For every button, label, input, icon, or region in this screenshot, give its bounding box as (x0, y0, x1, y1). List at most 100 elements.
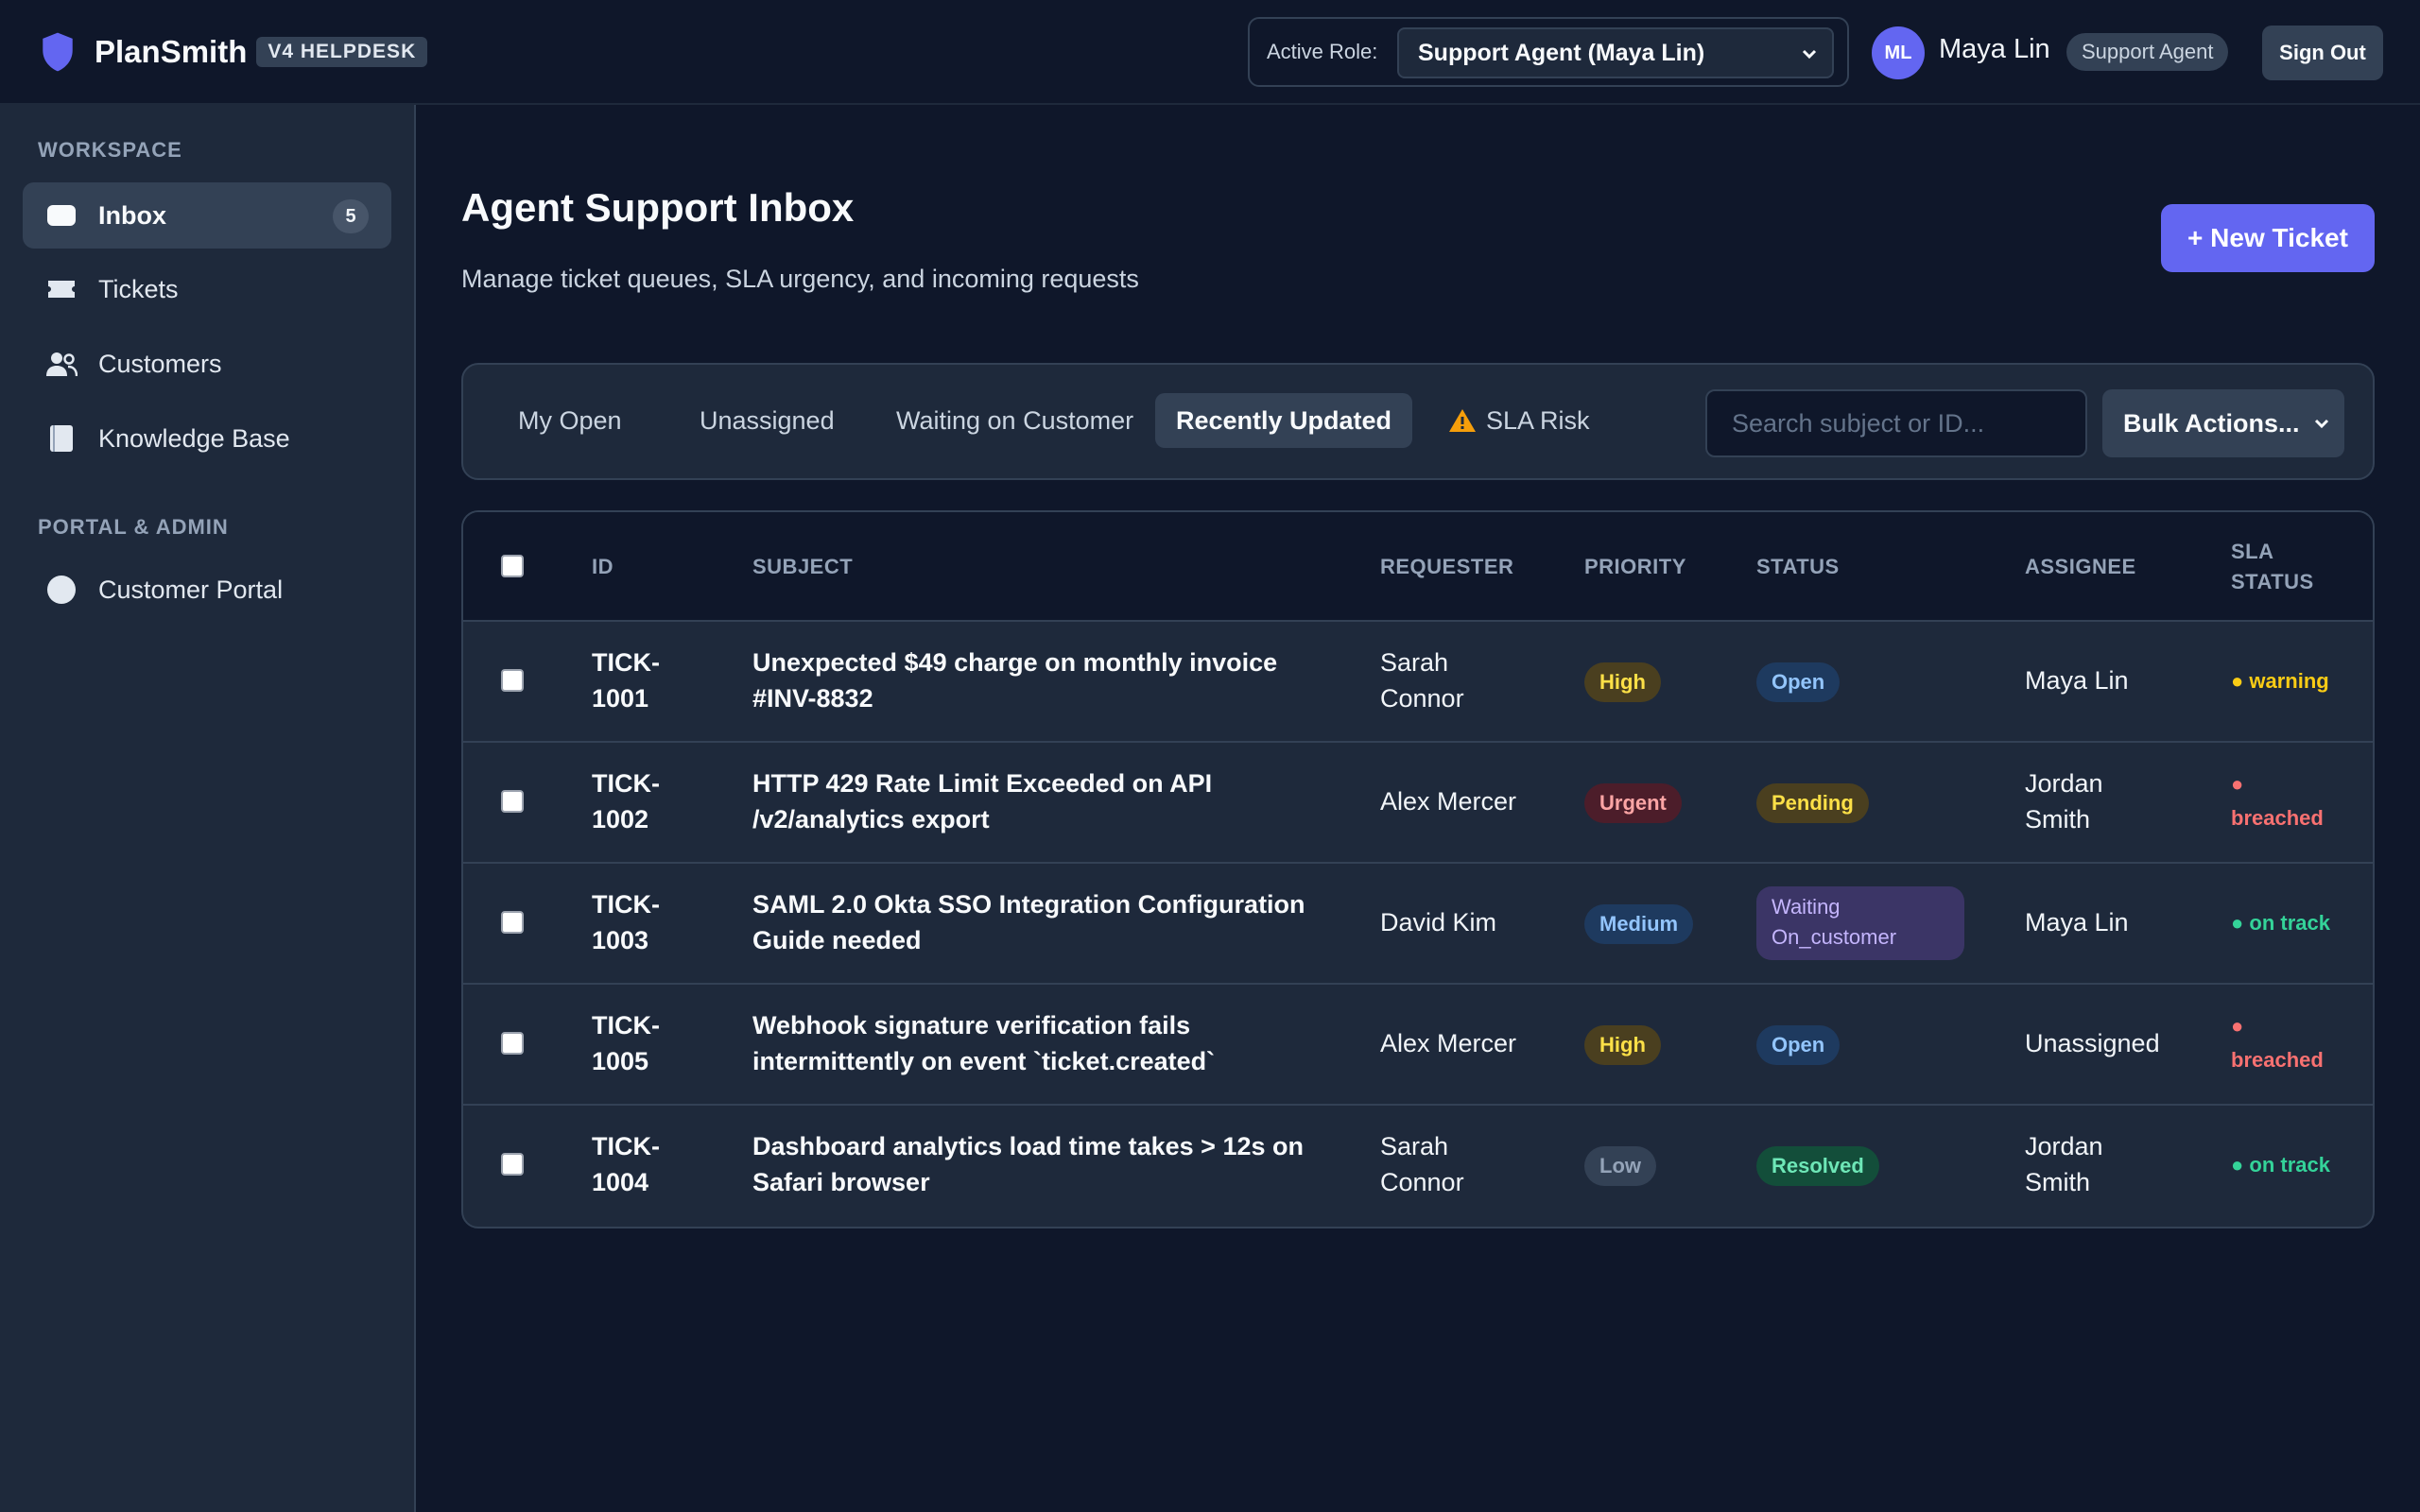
column-header-priority[interactable]: PRIORITY (1584, 552, 1686, 582)
status-badge: Resolved (1756, 1146, 1879, 1186)
select-all-checkbox[interactable] (501, 555, 524, 577)
status-badge-line: On_customer (1772, 925, 1897, 949)
table-row[interactable]: TICK- 1003 SAML 2.0 Okta SSO Integration… (463, 864, 2373, 985)
ticket-subject[interactable]: /v2/analytics export (752, 801, 990, 837)
ticket-subject[interactable]: Webhook signature verification fails (752, 1007, 1190, 1043)
ticket-subject[interactable]: intermittently on event `ticket.created` (752, 1043, 1215, 1079)
ticket-requester: David Kim (1380, 908, 1497, 936)
active-role-value: Support Agent (Maya Lin) (1418, 39, 1705, 66)
sla-status: breached (2231, 1048, 2324, 1072)
page-subtitle: Manage ticket queues, SLA urgency, and i… (461, 265, 1139, 293)
warning-icon (1449, 409, 1476, 432)
tab-label: My Open (518, 405, 622, 435)
ticket-id: 1001 (592, 684, 649, 713)
avatar[interactable]: ML (1872, 26, 1925, 79)
priority-badge: Low (1584, 1146, 1656, 1186)
sidebar-section-workspace: WORKSPACE (38, 138, 182, 162)
status-badge-line: Waiting (1772, 895, 1841, 919)
column-header-assignee[interactable]: ASSIGNEE (2025, 552, 2136, 582)
brand-tag: V4 HELPDESK (256, 37, 428, 67)
ticket-id: TICK- (592, 769, 660, 798)
tab-label: SLA Risk (1486, 405, 1590, 435)
ticket-subject[interactable]: Safari browser (752, 1164, 930, 1200)
table-header: ID SUBJECT REQUESTER PRIORITY STATUS ASS… (463, 512, 2373, 622)
ticket-subject[interactable]: HTTP 429 Rate Limit Exceeded on API (752, 765, 1212, 801)
sla-status: ● on track (2231, 911, 2330, 935)
tab-label: Unassigned (700, 405, 835, 435)
status-badge: Open (1756, 662, 1841, 702)
ticket-assignee: Jordan (2025, 1132, 2103, 1160)
tab-label: Waiting on Customer (896, 405, 1134, 435)
active-role-select[interactable]: Support Agent (Maya Lin) (1397, 27, 1834, 78)
ticket-subject[interactable]: Dashboard analytics load time takes > 12… (752, 1128, 1304, 1164)
tab-my-open[interactable]: My Open (497, 393, 643, 448)
sidebar: WORKSPACE Inbox 5 Tickets Customers Know… (0, 105, 416, 1512)
column-header-status[interactable]: STATUS (1756, 552, 1840, 582)
tab-label: Recently Updated (1176, 405, 1392, 435)
ticket-subject[interactable]: #INV-8832 (752, 680, 873, 716)
ticket-assignee: Unassigned (2025, 1029, 2160, 1057)
column-header-sla-status[interactable]: STATUS (2231, 567, 2314, 597)
ticket-assignee: Maya Lin (2025, 666, 2129, 695)
ticket-id: 1004 (592, 1168, 649, 1196)
active-role-label: Active Role: (1267, 40, 1378, 63)
tab-waiting-on-customer[interactable]: Waiting on Customer (875, 393, 1154, 448)
priority-badge: Medium (1584, 904, 1694, 944)
sla-status-dot: ● (2231, 1014, 2244, 1038)
brand[interactable]: PlanSmith V4 HELPDESK (40, 28, 428, 76)
users-icon (45, 350, 78, 378)
inbox-icon (45, 201, 78, 230)
sla-status: ● on track (2231, 1153, 2330, 1177)
ticket-subject[interactable]: SAML 2.0 Okta SSO Integration Configurat… (752, 886, 1305, 922)
row-checkbox[interactable] (501, 669, 524, 692)
row-checkbox[interactable] (501, 1032, 524, 1055)
sidebar-item-customer-portal[interactable]: Customer Portal (23, 557, 391, 623)
sla-status-dot: ● (2231, 772, 2244, 796)
new-ticket-button[interactable]: + New Ticket (2161, 204, 2375, 272)
column-header-sla[interactable]: SLA (2231, 537, 2274, 567)
priority-badge: High (1584, 1025, 1661, 1065)
ticket-id: 1005 (592, 1047, 649, 1075)
search-input[interactable] (1705, 389, 2087, 457)
sidebar-item-tickets[interactable]: Tickets (23, 256, 391, 322)
user-name: Maya Lin (1939, 34, 2050, 64)
tab-unassigned[interactable]: Unassigned (679, 393, 856, 448)
ticket-requester: Sarah (1380, 1132, 1449, 1160)
active-role-switcher: Active Role: Support Agent (Maya Lin) (1248, 17, 1849, 87)
page-title: Agent Support Inbox (461, 185, 855, 230)
sidebar-item-knowledge-base[interactable]: Knowledge Base (23, 405, 391, 472)
column-header-id[interactable]: ID (592, 552, 614, 582)
sign-out-button[interactable]: Sign Out (2262, 26, 2383, 80)
tab-recently-updated[interactable]: Recently Updated (1155, 393, 1413, 448)
ticket-id: TICK- (592, 1011, 660, 1040)
globe-icon (45, 576, 78, 604)
table-row[interactable]: TICK- 1005 Webhook signature verificatio… (463, 985, 2373, 1106)
bulk-actions-label: Bulk Actions... (2123, 408, 2300, 438)
row-checkbox[interactable] (501, 790, 524, 813)
table-row[interactable]: TICK- 1004 Dashboard analytics load time… (463, 1106, 2373, 1227)
sidebar-item-label: Customers (98, 349, 222, 378)
ticket-subject[interactable]: Guide needed (752, 922, 922, 958)
sidebar-item-inbox[interactable]: Inbox 5 (23, 182, 391, 249)
sidebar-item-customers[interactable]: Customers (23, 331, 391, 397)
chevron-down-icon (2314, 419, 2329, 429)
row-checkbox[interactable] (501, 911, 524, 934)
ticket-subject[interactable]: Unexpected $49 charge on monthly invoice (752, 644, 1277, 680)
ticket-requester: Sarah (1380, 648, 1449, 677)
table-row[interactable]: TICK- 1002 HTTP 429 Rate Limit Exceeded … (463, 743, 2373, 864)
ticket-assignee: Smith (2025, 805, 2091, 833)
ticket-assignee: Maya Lin (2025, 908, 2129, 936)
column-header-subject[interactable]: SUBJECT (752, 552, 853, 582)
ticket-id: 1003 (592, 926, 649, 954)
status-badge: Pending (1756, 783, 1869, 823)
priority-badge: Urgent (1584, 783, 1682, 823)
ticket-assignee: Smith (2025, 1168, 2091, 1196)
ticket-icon (45, 275, 78, 303)
bulk-actions-select[interactable]: Bulk Actions... (2102, 389, 2344, 457)
row-checkbox[interactable] (501, 1153, 524, 1176)
ticket-id: 1002 (592, 805, 649, 833)
tab-sla-risk[interactable]: SLA Risk (1427, 393, 1611, 448)
table-row[interactable]: TICK- 1001 Unexpected $49 charge on mont… (463, 622, 2373, 743)
inbox-count-badge: 5 (333, 199, 369, 233)
column-header-requester[interactable]: REQUESTER (1380, 552, 1513, 582)
